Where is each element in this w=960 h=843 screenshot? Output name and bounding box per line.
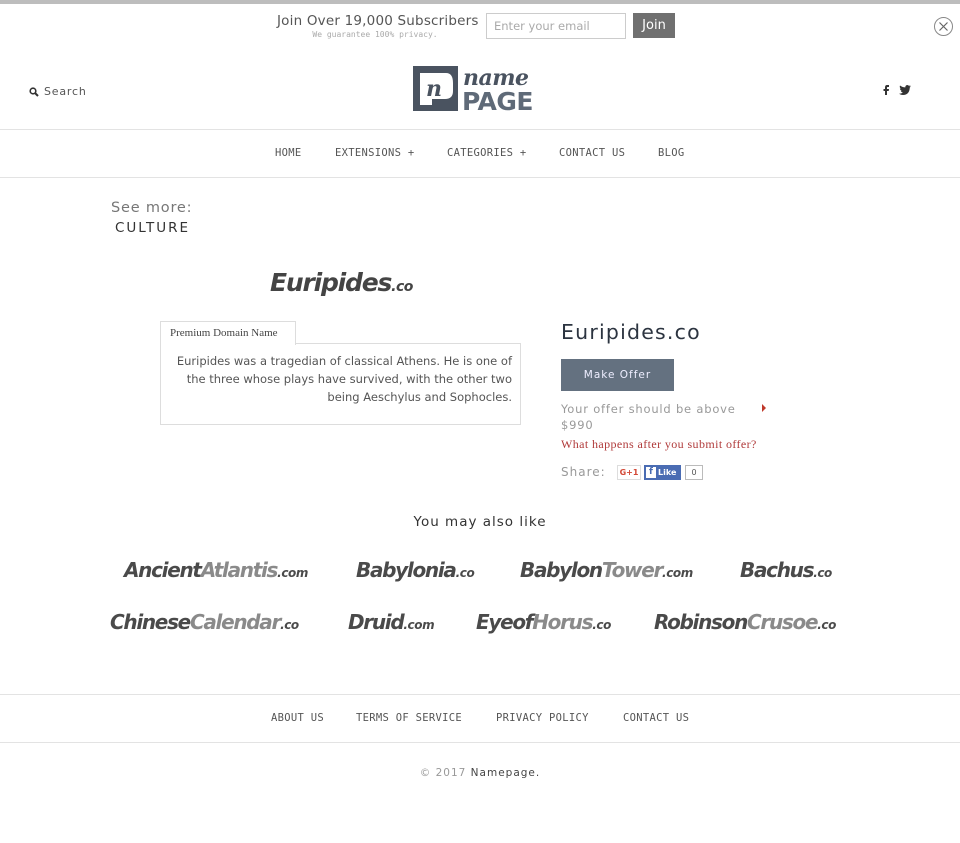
main-nav: HOME EXTENSIONS + CATEGORIES + CONTACT U…: [0, 129, 960, 178]
related-domain-part-b: Atlantis: [200, 558, 279, 582]
description-panel: Euripides was a tragedian of classical A…: [160, 343, 521, 425]
make-offer-button[interactable]: Make Offer: [561, 359, 674, 391]
facebook-like-count: 0: [685, 465, 703, 480]
offer-min-price: $990: [561, 418, 594, 432]
related-domain[interactable]: BabylonTower.com: [520, 558, 693, 582]
nav-item-contact-us[interactable]: CONTACT US: [559, 147, 625, 159]
related-domain-part-a: Robinson: [654, 610, 748, 634]
logo-page-text: PAGE: [462, 87, 533, 112]
namepage-logo-icon: n name PAGE: [413, 65, 533, 116]
facebook-icon: f: [646, 467, 656, 478]
related-domain-part-a: Babylon: [520, 558, 603, 582]
copyright: © 2017 Namepage.: [0, 767, 960, 779]
related-domain[interactable]: Babylonia.co: [356, 558, 475, 582]
offer-note: Your offer should be above: [561, 402, 736, 416]
category-link[interactable]: CULTURE: [115, 220, 190, 236]
nav-item-extensions[interactable]: EXTENSIONS +: [335, 147, 414, 159]
subscribe-bar: Join Over 19,000 Subscribers We guarante…: [0, 4, 960, 48]
related-domain-tld: .co: [455, 566, 475, 580]
related-domain-part-a: Bachus: [740, 558, 814, 582]
footer-link-contact-us[interactable]: CONTACT US: [623, 712, 689, 724]
related-domain-part-b: Tower: [601, 558, 664, 582]
subscribe-privacy-note: We guarantee 100% privacy.: [312, 30, 438, 39]
related-domain[interactable]: Druid.com: [348, 610, 435, 634]
related-domain[interactable]: ChineseCalendar.co: [110, 610, 299, 634]
close-icon: [939, 22, 948, 31]
share-label: Share:: [561, 465, 606, 479]
related-domain-part-a: Ancient: [124, 558, 202, 582]
facebook-like-label: Like: [658, 468, 677, 477]
nav-item-categories[interactable]: CATEGORIES +: [447, 147, 526, 159]
search-button[interactable]: Search: [29, 85, 87, 98]
footer-link-about-us[interactable]: ABOUT US: [271, 712, 324, 724]
related-domain-tld: .com: [662, 566, 693, 580]
google-plus-button[interactable]: G+1: [617, 465, 641, 480]
also-like-heading: You may also like: [413, 514, 547, 530]
nav-item-home[interactable]: HOME: [275, 147, 302, 159]
tab-premium-domain-name[interactable]: Premium Domain Name: [160, 321, 296, 345]
twitter-link[interactable]: [899, 85, 911, 95]
domain-description: Euripides was a tragedian of classical A…: [176, 354, 512, 404]
footer-link-terms-of-service[interactable]: TERMS OF SERVICE: [356, 712, 462, 724]
related-domain-tld: .co: [813, 566, 832, 580]
related-domain-part-b: Calendar: [189, 610, 281, 634]
nav-item-blog[interactable]: BLOG: [658, 147, 685, 159]
namepage-link[interactable]: Namepage.: [471, 767, 541, 779]
related-domain-part-a: Eyeof: [476, 610, 534, 634]
site-logo[interactable]: n name PAGE: [412, 65, 550, 116]
related-domain-part-a: Chinese: [110, 610, 191, 634]
related-domain-tld: .com: [277, 566, 308, 580]
subscribe-text: Join Over 19,000 Subscribers We guarante…: [277, 13, 479, 39]
subscribe-title: Join Over 19,000 Subscribers: [277, 13, 479, 29]
facebook-link[interactable]: [883, 85, 889, 95]
related-domain[interactable]: RobinsonCrusoe.co: [654, 610, 836, 634]
related-domain-part-b: Horus: [532, 610, 593, 634]
related-domain-tld: .co: [592, 618, 611, 632]
footer-link-privacy-policy[interactable]: PRIVACY POLICY: [496, 712, 589, 724]
domain-logo-tld: .co: [391, 279, 413, 295]
logo-mark: n: [426, 76, 442, 102]
twitter-icon: [899, 85, 911, 95]
related-domain-part-b: Crusoe: [747, 610, 819, 634]
close-subscribe-button[interactable]: [934, 17, 953, 36]
related-domain-tld: .com: [403, 618, 435, 632]
offer-help-link[interactable]: What happens after you submit offer?: [561, 437, 757, 452]
copyright-text: © 2017: [419, 767, 467, 779]
email-input[interactable]: [486, 13, 626, 39]
caret-right-icon[interactable]: [762, 404, 766, 412]
search-label: Search: [44, 85, 87, 98]
facebook-icon: [883, 85, 889, 95]
see-more-label: See more:: [111, 200, 193, 216]
related-domain-tld: .co: [817, 618, 836, 632]
related-domain[interactable]: EyeofHorus.co: [476, 610, 611, 634]
domain-logo-name: Euripides: [270, 268, 392, 297]
social-links: [883, 85, 911, 95]
related-domain[interactable]: Bachus.co: [740, 558, 832, 582]
join-button[interactable]: Join: [633, 13, 675, 38]
related-domain-part-a: Babylonia: [356, 558, 457, 582]
search-icon: [29, 86, 39, 97]
domain-logo: Euripides.co: [270, 268, 413, 297]
related-domain-tld: .co: [280, 618, 299, 632]
related-domain-part-a: Druid: [348, 610, 405, 634]
facebook-like-button[interactable]: f Like: [644, 465, 681, 480]
domain-title: Euripides.co: [561, 320, 701, 344]
related-domain[interactable]: AncientAtlantis.com: [124, 558, 308, 582]
footer-nav: ABOUT US TERMS OF SERVICE PRIVACY POLICY…: [0, 694, 960, 743]
